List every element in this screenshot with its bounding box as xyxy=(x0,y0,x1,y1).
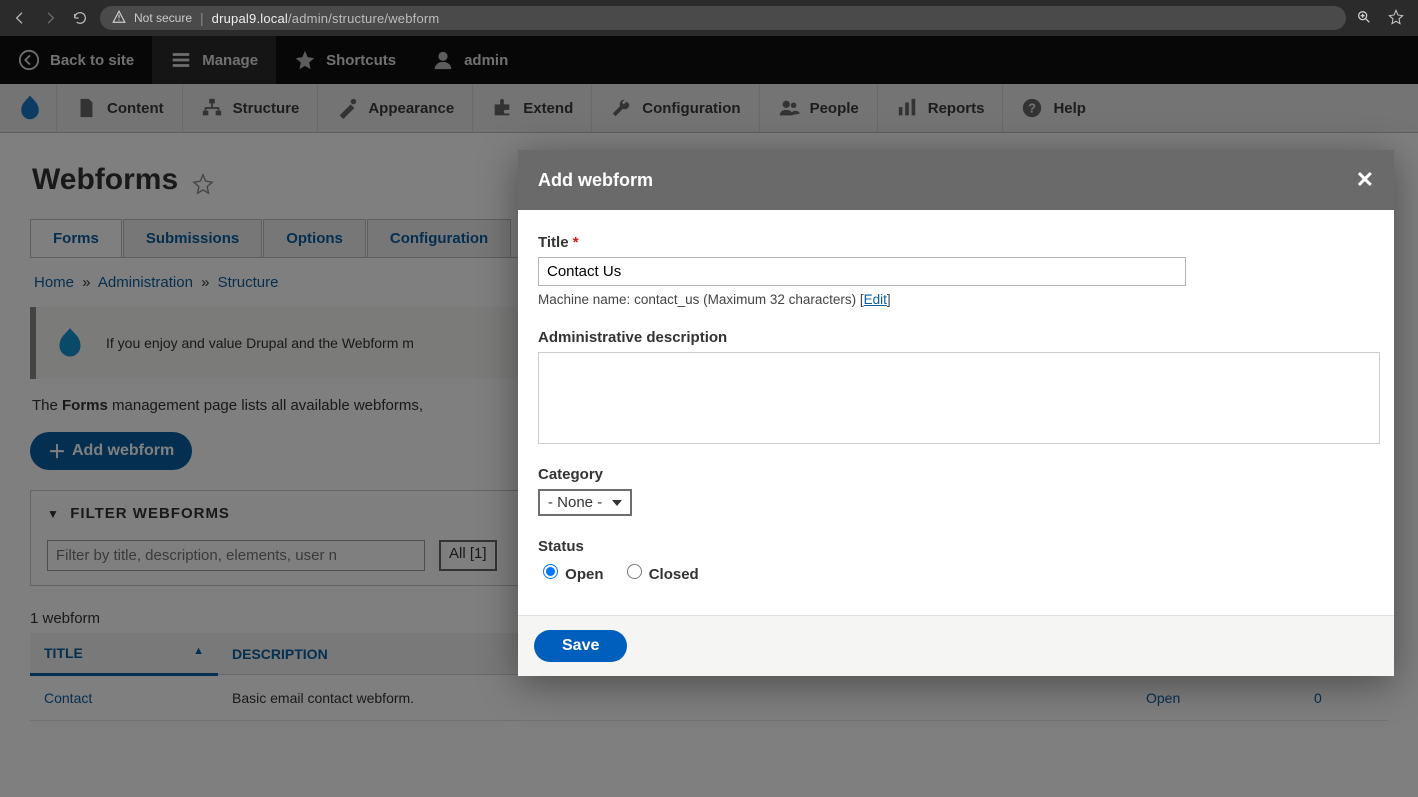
status-closed[interactable]: Closed xyxy=(622,561,699,583)
forward-icon[interactable] xyxy=(40,8,60,28)
url-field: drupal9.local/admin/structure/webform xyxy=(212,11,440,26)
chevron-down-icon xyxy=(612,500,622,506)
save-button[interactable]: Save xyxy=(534,630,627,662)
title-input[interactable] xyxy=(538,257,1186,286)
admin-desc-textarea[interactable] xyxy=(538,352,1380,444)
status-label: Status xyxy=(538,538,1374,555)
machine-name-hint: Machine name: contact_us (Maximum 32 cha… xyxy=(538,292,1374,307)
machine-edit-link[interactable]: Edit xyxy=(864,292,887,307)
status-open[interactable]: Open xyxy=(538,561,604,583)
add-webform-dialog: Add webform ✕ Title * Machine name: cont… xyxy=(518,150,1394,676)
title-label: Title * xyxy=(538,234,1374,251)
close-icon[interactable]: ✕ xyxy=(1356,167,1374,193)
warning-icon xyxy=(112,10,126,27)
back-icon[interactable] xyxy=(10,8,30,28)
category-label: Category xyxy=(538,466,1374,483)
admin-desc-label: Administrative description xyxy=(538,329,1374,346)
zoom-icon[interactable] xyxy=(1356,9,1372,28)
dialog-title: Add webform xyxy=(538,170,653,191)
address-bar[interactable]: Not secure | drupal9.local/admin/structu… xyxy=(100,6,1346,30)
star-icon[interactable] xyxy=(1388,9,1404,28)
category-select[interactable]: - None - xyxy=(538,489,632,516)
reload-icon[interactable] xyxy=(70,8,90,28)
not-secure-label: Not secure xyxy=(134,11,192,25)
